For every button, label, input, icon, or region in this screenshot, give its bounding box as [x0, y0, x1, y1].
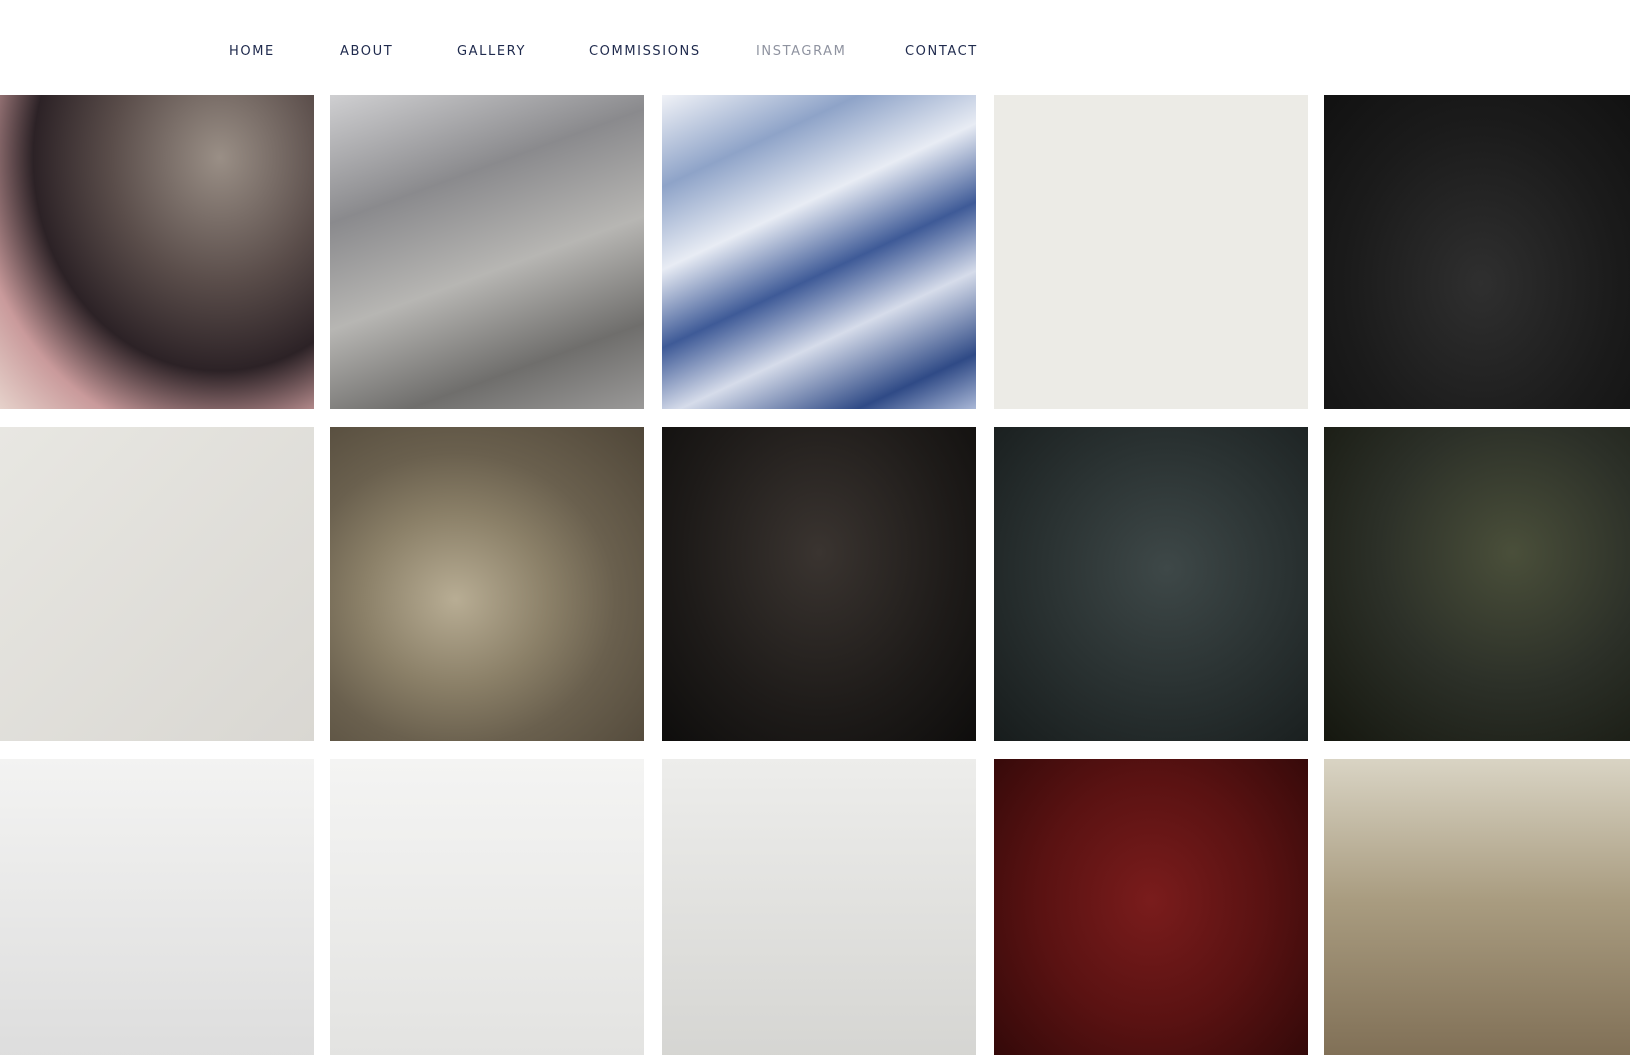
gallery-item-gold-amber-ring[interactable]: [330, 95, 644, 409]
gallery-item-trillion-garnet-ring[interactable]: [1324, 427, 1630, 741]
gallery-item-garnet-ring[interactable]: [994, 95, 1308, 409]
nav-instagram[interactable]: INSTAGRAM: [756, 44, 847, 59]
gallery-item-blue-topaz-pendant[interactable]: [994, 427, 1308, 741]
main-nav: HOME ABOUT GALLERY COMMISSIONS INSTAGRAM…: [0, 0, 1630, 95]
nav-contact[interactable]: CONTACT: [905, 44, 978, 59]
gallery-item-aquamarine-silver-ring[interactable]: [330, 427, 644, 741]
gallery-item-silver-gem-band[interactable]: [662, 95, 976, 409]
gallery-item-moonstone-ring[interactable]: [662, 427, 976, 741]
nav-commissions[interactable]: COMMISSIONS: [589, 44, 701, 59]
gallery-item-clear-stone-silver-ring[interactable]: [994, 759, 1308, 1055]
instagram-gallery-grid: [0, 95, 1630, 1055]
gallery-item-bust-with-chain[interactable]: [1324, 759, 1630, 1055]
gallery-item-green-tourmaline-ring[interactable]: [330, 759, 644, 1055]
gallery-item-purple-ring-on-shell[interactable]: [0, 95, 314, 409]
gallery-item-blue-topaz-necklace[interactable]: [662, 759, 976, 1055]
nav-gallery[interactable]: GALLERY: [457, 44, 526, 59]
nav-about[interactable]: ABOUT: [340, 44, 393, 59]
gallery-item-amethyst-gold-swirl-ring[interactable]: [0, 759, 314, 1055]
gallery-item-ornate-gold-swirl-ring[interactable]: [0, 427, 314, 741]
nav-home[interactable]: HOME: [229, 44, 275, 59]
gallery-item-pink-tourmaline-pendant[interactable]: [1324, 95, 1630, 409]
